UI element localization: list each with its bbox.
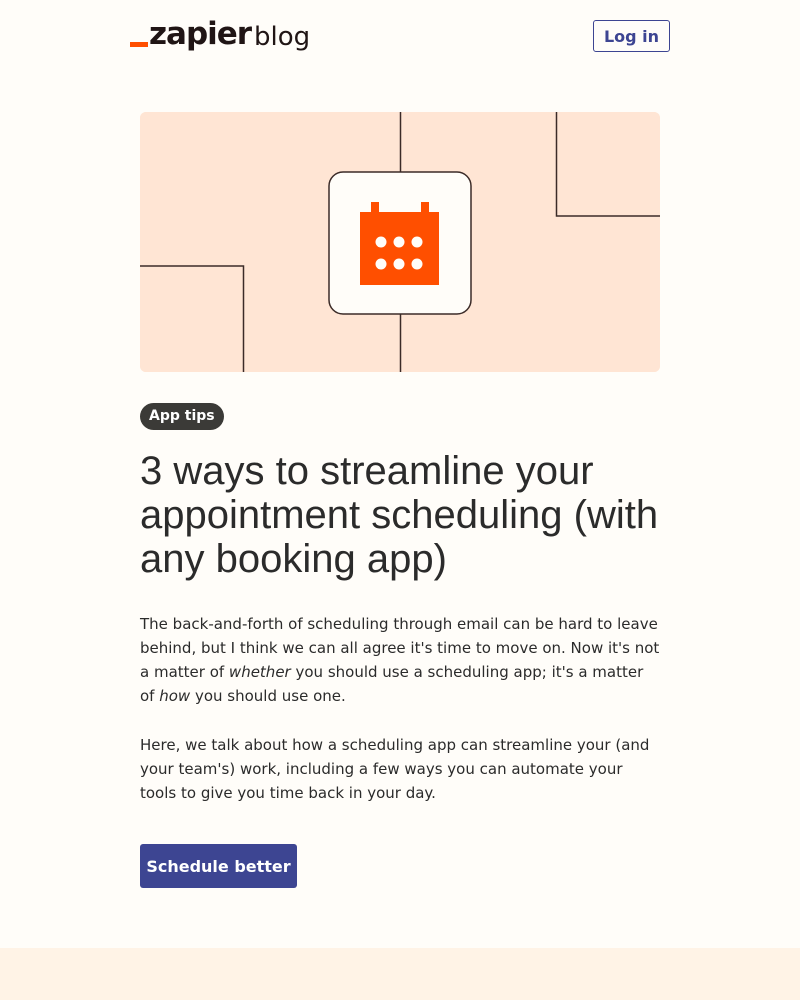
calendar-icon [360,202,439,285]
summary-paragraph: Here, we talk about how a scheduling app… [140,736,650,802]
article-title: 3 ways to streamline your appointment sc… [140,449,659,581]
footer-band [0,948,800,1000]
logo-dash [130,42,148,47]
intro-paragraph: The back-and-forth of scheduling through… [140,612,660,708]
schedule-better-button[interactable]: Schedule better [140,844,297,888]
hero-graphic [140,112,660,372]
login-button[interactable]: Log in [593,20,670,52]
intro-emphasis-how: how [159,687,191,705]
logo-wordmark: zapier [149,16,252,52]
header: zapier blog Log in [0,0,800,80]
hero-illustration [140,112,660,372]
category-tag[interactable]: App tips [140,403,224,430]
intro-emphasis-whether: whether [228,663,291,681]
logo-suffix: blog [254,22,311,52]
email-page: zapier blog Log in App tips 3 ways to st… [0,0,800,1000]
intro-text-3: you should use one. [190,687,346,705]
